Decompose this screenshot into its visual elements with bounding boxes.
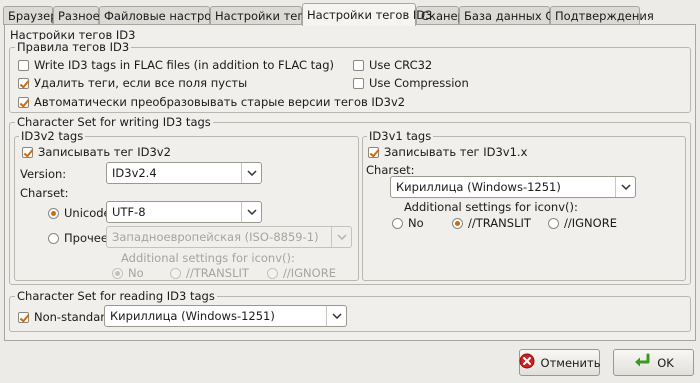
unicode-option[interactable]: Unicode [48,206,111,220]
ok-button[interactable]: OK [613,349,694,376]
id3v2-iconv-ignore-option: //IGNORE [267,266,336,280]
write-id3v1-option[interactable]: Записывать тег ID3v1.x [368,145,527,159]
id3v2-iconv-label: Additional settings for iconv(): [121,251,295,265]
use-compression-checkbox[interactable] [353,77,364,89]
cancel-label: Отменить [540,355,601,370]
other-charset-combo: Западноевропейская (ISO-8859-1) [106,226,352,248]
use-compression-label: Use Compression [369,76,469,90]
delete-empty-checkbox[interactable] [18,77,29,89]
tab-cd-database[interactable]: База данных CD [459,6,562,25]
auto-convert-checkbox[interactable] [18,96,29,108]
ok-arrow-icon [633,353,651,372]
id3v1-charset-combo[interactable]: Кириллица (Windows-1251) [390,176,636,198]
id3v2-iconv-no-radio [112,267,123,279]
version-label: Version: [20,167,67,181]
id3v1-iconv-no-option[interactable]: No [392,216,424,230]
write-flac-checkbox[interactable] [18,59,29,71]
id3v2-charset-label: Charset: [20,186,69,200]
auto-convert-label: Автоматически преобразовывать старые вер… [34,95,406,109]
chevron-down-icon [615,177,635,197]
nonstandard-option[interactable]: Non-standart: [18,310,113,324]
id3v2-iconv-translit-option: //TRANSLIT [170,266,249,280]
id3v1-iconv-no-radio[interactable] [392,217,403,229]
tab-bar: Браузер Разное Файловые настройки Настро… [0,3,700,26]
id3v1-iconv-translit-option[interactable]: //TRANSLIT [452,216,531,230]
tab-confirmations[interactable]: Подтверждения [550,6,654,25]
unicode-combo[interactable]: UTF-8 [106,201,262,223]
rules-frame-title: Правила тегов ID3 [15,40,132,54]
id3v2-frame-title: ID3v2 tags [19,129,86,143]
id3v1-charset-value: Кириллица (Windows-1251) [396,180,561,194]
delete-empty-option[interactable]: Удалить теги, если все поля пусты [18,76,247,90]
tab-misc[interactable]: Разное [53,6,100,25]
unicode-value: UTF-8 [112,205,146,219]
other-charset-value: Западноевропейская (ISO-8859-1) [112,230,319,244]
id3v2-iconv-translit-label: //TRANSLIT [186,266,249,280]
id3v2-iconv-no-label: No [128,266,144,280]
reading-frame-title: Character Set for reading ID3 tags [15,289,217,303]
ok-label: OK [657,355,674,370]
nonstandard-checkbox[interactable] [18,311,29,323]
version-combo[interactable]: ID3v2.4 [106,162,262,184]
tab-tag-settings[interactable]: Настройки тегов [210,6,317,25]
chevron-down-icon [326,306,346,326]
other-charset-label: Прочее [64,231,108,245]
use-crc32-option[interactable]: Use CRC32 [353,58,432,72]
id3v1-iconv-ignore-radio[interactable] [548,217,559,229]
id3v2-iconv-ignore-label: //IGNORE [283,266,336,280]
nonstandard-label: Non-standart: [34,310,114,324]
other-charset-radio[interactable] [48,232,59,244]
chevron-down-icon [241,163,261,183]
id3v2-iconv-translit-radio [170,267,181,279]
nonstandard-value: Кириллица (Windows-1251) [110,309,275,323]
version-value: ID3v2.4 [112,166,157,180]
chevron-down-icon [241,202,261,222]
tab-id3-settings[interactable]: Настройки тегов ID3 [302,3,432,26]
auto-convert-option[interactable]: Автоматически преобразовывать старые вер… [18,95,405,109]
use-crc32-checkbox[interactable] [353,59,364,71]
delete-empty-label: Удалить теги, если все поля пусты [34,76,248,90]
nonstandard-combo[interactable]: Кириллица (Windows-1251) [104,305,347,327]
id3v1-iconv-translit-radio[interactable] [452,217,463,229]
id3v1-charset-label: Charset: [366,163,415,177]
id3v1-iconv-ignore-option[interactable]: //IGNORE [548,216,617,230]
write-flac-option[interactable]: Write ID3 tags in FLAC files (in additio… [18,58,334,72]
tab-browser[interactable]: Браузер [3,6,58,25]
tab-file-settings[interactable]: Файловые настройки [99,6,233,25]
write-id3v2-checkbox[interactable] [22,146,33,158]
write-id3v1-checkbox[interactable] [368,146,379,158]
use-crc32-label: Use CRC32 [369,58,433,72]
chevron-down-icon [331,227,351,247]
id3v1-iconv-no-label: No [408,216,424,230]
cancel-icon [519,353,535,372]
id3v1-iconv-label: Additional settings for iconv(): [404,200,578,214]
unicode-label: Unicode [64,206,111,220]
id3v2-iconv-ignore-radio [267,267,278,279]
write-id3v2-label: Записывать тег ID3v2 [38,145,171,159]
cancel-button[interactable]: Отменить [519,349,601,376]
write-id3v1-label: Записывать тег ID3v1.x [384,145,528,159]
writing-frame-title: Character Set for writing ID3 tags [15,115,213,129]
id3v1-iconv-ignore-label: //IGNORE [564,216,617,230]
id3v1-frame-title: ID3v1 tags [367,129,434,143]
id3v1-iconv-translit-label: //TRANSLIT [468,216,531,230]
use-compression-option[interactable]: Use Compression [353,76,469,90]
id3v2-iconv-no-option: No [112,266,144,280]
other-charset-option[interactable]: Прочее [48,231,108,245]
write-id3v2-option[interactable]: Записывать тег ID3v2 [22,145,171,159]
unicode-radio[interactable] [48,207,59,219]
write-flac-label: Write ID3 tags in FLAC files (in additio… [34,58,335,72]
